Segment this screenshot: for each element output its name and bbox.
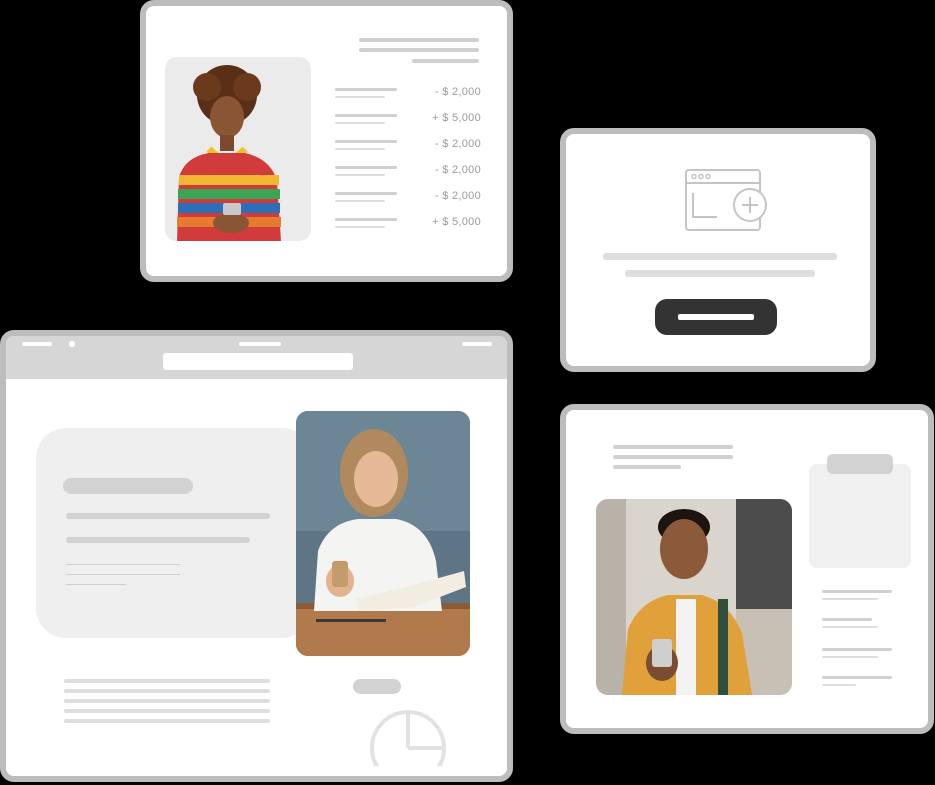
header-line xyxy=(613,465,681,469)
row-line xyxy=(335,114,397,117)
row-line xyxy=(335,140,397,143)
list-line xyxy=(822,648,892,651)
transaction-amount: + $ 5,000 xyxy=(432,112,481,124)
list-line xyxy=(822,590,892,593)
small-button[interactable] xyxy=(353,679,401,694)
list-line xyxy=(822,676,892,679)
text-line xyxy=(66,574,180,575)
window-menu[interactable] xyxy=(462,342,492,346)
header-line xyxy=(359,48,479,52)
woman-reading-photo xyxy=(296,411,470,656)
text-line xyxy=(64,699,270,703)
row-line xyxy=(335,88,397,91)
window-controls[interactable] xyxy=(22,342,52,346)
list-line xyxy=(822,618,872,621)
text-line xyxy=(625,270,815,277)
text-line xyxy=(64,719,270,723)
primary-button[interactable] xyxy=(655,299,777,335)
transaction-amount: - $ 2,000 xyxy=(434,86,481,98)
row-line xyxy=(335,192,397,195)
list-line xyxy=(822,598,878,600)
text-line xyxy=(64,709,270,713)
text-line xyxy=(66,537,250,543)
text-line xyxy=(64,679,270,683)
header-line xyxy=(613,445,733,449)
add-window-card xyxy=(560,128,876,372)
profile-card xyxy=(560,404,934,734)
side-tab[interactable] xyxy=(827,454,893,474)
button-label-placeholder xyxy=(678,314,754,320)
transaction-amount: + $ 5,000 xyxy=(432,216,481,228)
text-line xyxy=(66,564,180,565)
browser-window-plus-icon xyxy=(685,169,767,231)
tab-indicator[interactable] xyxy=(239,342,281,346)
side-panel xyxy=(809,464,911,568)
transaction-amount: - $ 2,000 xyxy=(434,190,481,202)
address-bar[interactable] xyxy=(163,353,353,370)
row-line xyxy=(335,200,385,202)
row-line xyxy=(335,218,397,221)
header-line xyxy=(359,38,479,42)
list-line xyxy=(822,684,856,686)
list-line xyxy=(822,656,878,658)
row-line xyxy=(335,174,385,176)
text-line xyxy=(603,253,837,260)
header-line xyxy=(412,59,479,63)
heading-placeholder xyxy=(63,478,193,494)
row-line xyxy=(335,148,385,150)
text-line xyxy=(64,689,270,693)
man-phone-photo xyxy=(596,499,792,695)
row-line xyxy=(335,166,397,169)
transaction-amount: - $ 2,000 xyxy=(434,138,481,150)
content-panel xyxy=(36,428,312,638)
row-line xyxy=(335,226,385,228)
transactions-card: - $ 2,000 + $ 5,000 - $ 2,000 - $ 2,000 … xyxy=(140,0,513,282)
pie-chart-icon xyxy=(370,710,446,766)
window-dot[interactable] xyxy=(69,341,75,347)
text-line xyxy=(66,513,270,519)
text-line xyxy=(66,584,126,585)
woman-phone-photo xyxy=(165,57,311,241)
row-line xyxy=(335,96,385,98)
browser-toolbar xyxy=(6,336,507,379)
header-line xyxy=(613,455,733,459)
row-line xyxy=(335,122,385,124)
transaction-amount: - $ 2,000 xyxy=(434,164,481,176)
list-line xyxy=(822,626,878,628)
browser-card xyxy=(0,330,513,782)
